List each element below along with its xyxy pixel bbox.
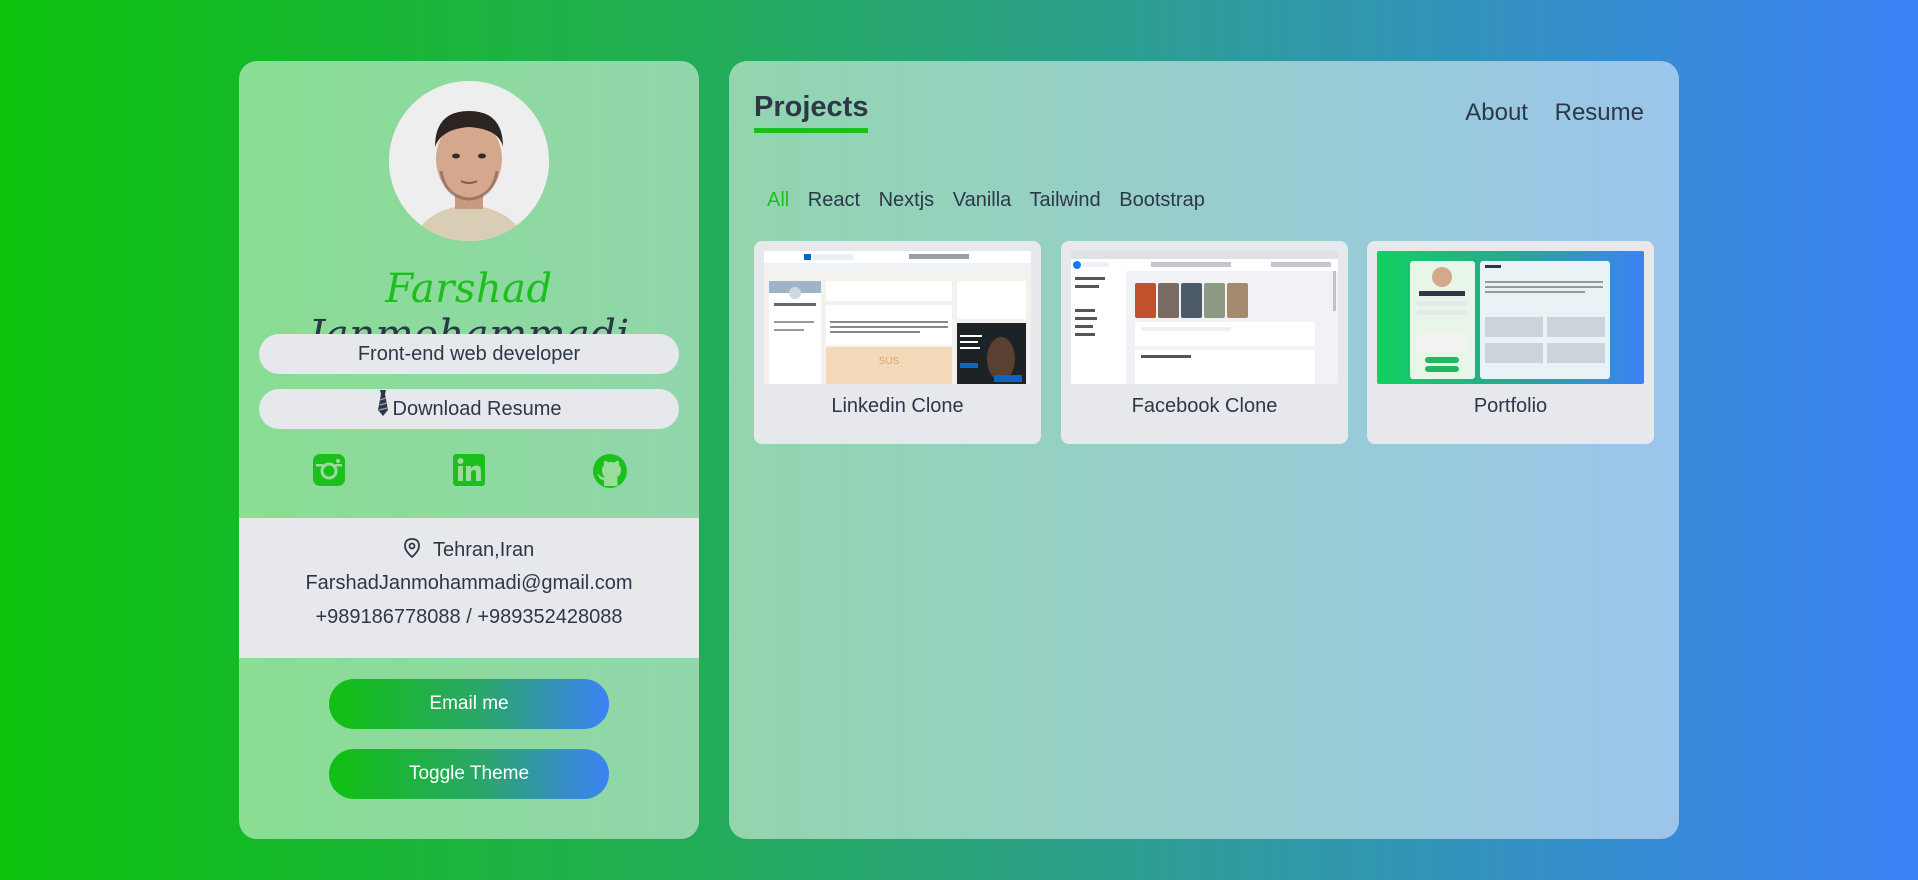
projects-panel: Projects About Resume All React Nextjs V… <box>729 61 1679 839</box>
project-card-linkedin-clone[interactable]: SUS Linkedin Clone <box>754 241 1041 444</box>
nav-about[interactable]: About <box>1465 99 1528 126</box>
filter-vanilla[interactable]: Vanilla <box>953 189 1012 211</box>
page-title: Projects <box>754 91 869 133</box>
filter-react[interactable]: React <box>808 189 860 211</box>
portfolio-thumbnail <box>1377 251 1644 384</box>
role-badge: Front-end web developer <box>259 334 679 374</box>
facebook-clone-thumbnail <box>1071 251 1338 384</box>
top-nav: About Resume <box>1445 99 1644 127</box>
email-me-button[interactable]: Email me <box>329 679 609 729</box>
download-resume-button[interactable]: Download Resume <box>259 389 679 429</box>
filter-tailwind[interactable]: Tailwind <box>1030 189 1101 211</box>
social-links <box>239 453 699 497</box>
filter-tabs: All React Nextjs Vanilla Tailwind Bootst… <box>767 189 1218 212</box>
project-title: Facebook Clone <box>1131 395 1278 417</box>
instagram-icon[interactable] <box>312 453 346 487</box>
avatar <box>389 81 549 241</box>
first-name: Farshad <box>385 266 553 312</box>
toggle-theme-button[interactable]: Toggle Theme <box>329 749 609 799</box>
download-resume-label: Download Resume <box>392 398 562 420</box>
project-card-portfolio[interactable]: Portfolio <box>1367 241 1654 444</box>
map-pin-icon <box>403 538 433 561</box>
linkedin-clone-thumbnail: SUS <box>764 251 1031 384</box>
github-icon[interactable] <box>592 453 627 488</box>
tie-icon <box>377 389 389 430</box>
nav-resume[interactable]: Resume <box>1555 99 1644 126</box>
project-title: Portfolio <box>1473 395 1548 417</box>
phone-text: +989186778088 / +989352428088 <box>315 606 623 628</box>
project-title: Linkedin Clone <box>831 395 964 417</box>
profile-card: Farshad Janmohammadi Front-end web devel… <box>239 61 699 839</box>
filter-all[interactable]: All <box>767 189 789 211</box>
location: Tehran,Iran <box>239 538 699 562</box>
filter-nextjs[interactable]: Nextjs <box>879 189 935 211</box>
location-text: Tehran,Iran <box>433 539 535 561</box>
linkedin-icon[interactable] <box>452 453 486 487</box>
contact-info: Tehran,Iran FarshadJanmohammadi@gmail.co… <box>239 518 699 658</box>
filter-bootstrap[interactable]: Bootstrap <box>1119 189 1205 211</box>
svg-text:SUS: SUS <box>879 356 900 367</box>
project-card-facebook-clone[interactable]: Facebook Clone <box>1061 241 1348 444</box>
email-text: FarshadJanmohammadi@gmail.com <box>305 572 633 594</box>
